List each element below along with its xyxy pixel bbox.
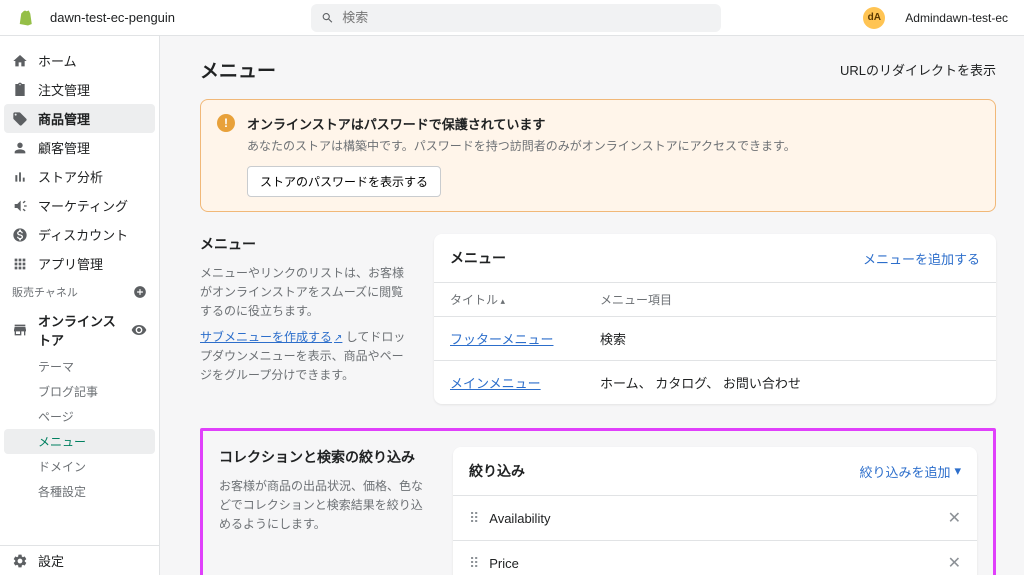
sub-item-domains[interactable]: ドメイン <box>0 454 159 479</box>
password-banner: ! オンラインストアはパスワードで保護されています あなたのストアは構築中です。… <box>200 99 996 212</box>
table-row[interactable]: フッターメニュー 検索 <box>434 316 996 360</box>
table-head: タイトル メニュー項目 <box>434 282 996 316</box>
sidebar-item-label: 商品管理 <box>38 109 90 128</box>
filter-row: ⠿ Availability ✕ <box>453 495 977 540</box>
gear-icon <box>12 553 28 569</box>
menu-card: メニュー メニューを追加する タイトル メニュー項目 フッターメニュー 検索 メ… <box>434 234 996 404</box>
sidebar-item-online-store[interactable]: オンラインストア <box>0 306 159 354</box>
add-menu-button[interactable]: メニューを追加する <box>863 249 980 268</box>
sidebar-item-label: ストア分析 <box>38 167 103 186</box>
sub-item-preferences[interactable]: 各種設定 <box>0 479 159 504</box>
sidebar-item-customers[interactable]: 顧客管理 <box>0 133 159 162</box>
banner-body: あなたのストアは構築中です。パスワードを持つ訪問者のみがオンラインストアにアクセ… <box>247 137 796 154</box>
remove-filter-icon[interactable]: ✕ <box>948 508 961 528</box>
sidebar-item-label: ホーム <box>38 51 77 70</box>
search-input[interactable] <box>342 10 711 25</box>
page-title: メニュー <box>200 56 276 83</box>
sub-item-blogs[interactable]: ブログ記事 <box>0 379 159 404</box>
menu-section: メニュー メニューやリンクのリストは、お客様がオンラインストアをスムーズに閲覧す… <box>200 234 996 404</box>
banner-title: オンラインストアはパスワードで保護されています <box>247 114 796 133</box>
remove-filter-icon[interactable]: ✕ <box>948 553 961 573</box>
plus-circle-icon[interactable] <box>133 285 147 299</box>
sidebar-item-discounts[interactable]: ディスカウント <box>0 220 159 249</box>
sidebar-item-label: 注文管理 <box>38 80 90 99</box>
store-name: dawn-test-ec-penguin <box>50 10 175 25</box>
channels-label: 販売チャネル <box>0 278 159 306</box>
sub-item-themes[interactable]: テーマ <box>0 354 159 379</box>
create-submenu-link[interactable]: サブメニューを作成する <box>200 330 342 344</box>
eye-icon[interactable] <box>131 322 147 338</box>
filter-card-title: 絞り込み <box>469 461 525 481</box>
sidebar: ホーム 注文管理 商品管理 顧客管理 ストア分析 マーケティング ディスカウント <box>0 36 160 575</box>
sidebar-item-marketing[interactable]: マーケティング <box>0 191 159 220</box>
sidebar-item-analytics[interactable]: ストア分析 <box>0 162 159 191</box>
sidebar-item-settings[interactable]: 設定 <box>0 546 159 575</box>
topbar: dawn-test-ec-penguin dA Admindawn-test-e… <box>0 0 1024 36</box>
menu-items: ホーム、 カタログ、 お問い合わせ <box>600 373 980 392</box>
analytics-icon <box>12 169 28 185</box>
marketing-icon <box>12 198 28 214</box>
filter-name: Price <box>489 556 935 571</box>
search-wrap <box>311 4 721 32</box>
warning-icon: ! <box>217 114 235 132</box>
products-icon <box>12 111 28 127</box>
sidebar-item-label: マーケティング <box>38 196 128 215</box>
drag-handle-icon[interactable]: ⠿ <box>469 510 477 527</box>
main-content: メニュー URLのリダイレクトを表示 ! オンラインストアはパスワードで保護され… <box>160 36 1024 575</box>
user-name[interactable]: Admindawn-test-ec <box>905 11 1008 25</box>
menu-section-heading: メニュー <box>200 234 410 254</box>
sidebar-item-orders[interactable]: 注文管理 <box>0 75 159 104</box>
show-password-button[interactable]: ストアのパスワードを表示する <box>247 166 441 197</box>
orders-icon <box>12 82 28 98</box>
sidebar-item-label: アプリ管理 <box>38 254 103 273</box>
search-box[interactable] <box>311 4 721 32</box>
add-filter-button[interactable]: 絞り込みを追加 <box>859 462 961 481</box>
sub-item-navigation[interactable]: メニュー <box>4 429 155 454</box>
filter-row: ⠿ Price ✕ <box>453 540 977 575</box>
menu-card-title: メニュー <box>450 248 506 268</box>
drag-handle-icon[interactable]: ⠿ <box>469 555 477 572</box>
menu-items: 検索 <box>600 329 980 348</box>
filter-section-highlight: コレクションと検索の絞り込み お客様が商品の出品状況、価格、色などでコレクション… <box>200 428 996 575</box>
discounts-icon <box>12 227 28 243</box>
filter-name: Availability <box>489 511 935 526</box>
search-icon <box>321 11 334 25</box>
home-icon <box>12 53 28 69</box>
sidebar-item-apps[interactable]: アプリ管理 <box>0 249 159 278</box>
table-row[interactable]: メインメニュー ホーム、 カタログ、 お問い合わせ <box>434 360 996 404</box>
avatar[interactable]: dA <box>863 7 885 29</box>
sidebar-item-products[interactable]: 商品管理 <box>4 104 155 133</box>
sidebar-item-label: オンラインストア <box>38 311 121 349</box>
sidebar-item-label: 設定 <box>38 551 64 570</box>
filter-card: 絞り込み 絞り込みを追加 ⠿ Availability ✕ ⠿ Price ✕ <box>453 447 977 575</box>
store-icon <box>12 322 28 338</box>
sidebar-item-home[interactable]: ホーム <box>0 46 159 75</box>
customers-icon <box>12 140 28 156</box>
url-redirect-link[interactable]: URLのリダイレクトを表示 <box>840 60 996 79</box>
filter-section-heading: コレクションと検索の絞り込み <box>219 447 429 467</box>
sidebar-item-label: ディスカウント <box>38 225 128 244</box>
shopify-logo <box>16 9 34 27</box>
menu-link[interactable]: メインメニュー <box>450 376 541 391</box>
col-title-header[interactable]: タイトル <box>450 291 600 308</box>
col-items-header: メニュー項目 <box>600 291 980 308</box>
menu-section-desc1: メニューやリンクのリストは、お客様がオンラインストアをスムーズに閲覧するのに役立… <box>200 264 410 322</box>
sidebar-item-label: 顧客管理 <box>38 138 90 157</box>
sub-item-pages[interactable]: ページ <box>0 404 159 429</box>
page-header: メニュー URLのリダイレクトを表示 <box>200 56 996 83</box>
menu-link[interactable]: フッターメニュー <box>450 332 553 347</box>
filter-section-desc: お客様が商品の出品状況、価格、色などでコレクションと検索結果を絞り込めるようにし… <box>219 477 429 535</box>
apps-icon <box>12 256 28 272</box>
